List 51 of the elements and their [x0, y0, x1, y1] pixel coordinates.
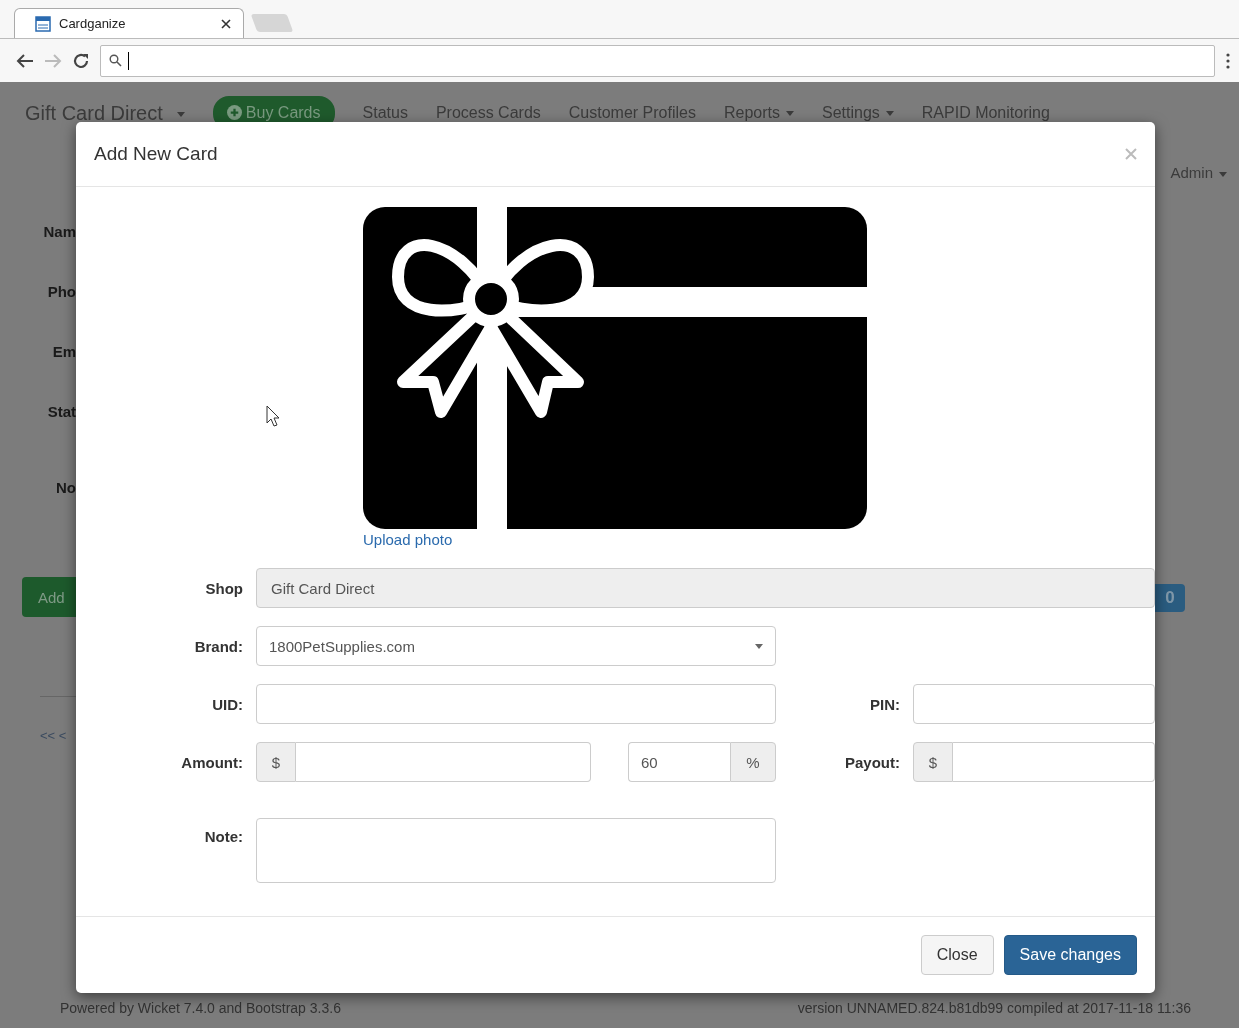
pagination[interactable]: << < — [40, 728, 67, 743]
field-label: Payout: — [844, 753, 900, 771]
close-icon[interactable] — [221, 18, 231, 29]
payout-field[interactable] — [953, 742, 1155, 782]
footer-version: version UNNAMED.824.b81db99 compiled at 2017-11-18 11:36 — [797, 1000, 1191, 1016]
currency-addon: $ — [256, 742, 296, 782]
field-label: Note: — [203, 828, 243, 845]
nav-link[interactable]: Status — [362, 104, 408, 122]
modal-title: Add New Card — [94, 143, 218, 165]
nav-link[interactable]: Customer Profiles — [568, 104, 696, 122]
field-label: Amount: — [180, 753, 243, 771]
add-button[interactable]: Add — [22, 577, 76, 617]
pin-field[interactable] — [913, 684, 1155, 724]
upload-photo-link[interactable]: Upload photo — [363, 531, 453, 548]
back-arrow-icon[interactable] — [16, 52, 34, 69]
field-label: PIN: — [869, 695, 900, 713]
search-icon — [109, 54, 122, 67]
form-label: No — [56, 478, 76, 498]
field-label: UID: — [211, 695, 243, 713]
amount-field[interactable] — [296, 742, 591, 782]
address-bar[interactable] — [100, 44, 1215, 77]
brand-dropdown[interactable]: Gift Card Direct — [25, 101, 185, 125]
plus-circle-icon — [226, 105, 242, 120]
note-textarea[interactable] — [256, 818, 776, 883]
tab-title: Cardganize — [59, 16, 127, 31]
field-label: Shop — [204, 579, 243, 597]
nav-dropdown[interactable]: Reports — [723, 104, 794, 122]
user-dropdown[interactable]: Admin — [1170, 164, 1227, 181]
percent-addon: % — [730, 742, 776, 782]
reload-icon[interactable] — [72, 51, 90, 70]
nav-link[interactable]: RAPID Monitoring — [921, 104, 1050, 122]
form-label: Stat — [47, 402, 76, 422]
currency-addon: $ — [913, 742, 953, 782]
menu-icon[interactable] — [1225, 51, 1231, 70]
page-icon — [35, 15, 51, 32]
footer-credits: Powered by Wicket 7.4.0 and Bootstrap 3.3.6 — [60, 1000, 341, 1016]
new-tab-button[interactable] — [250, 14, 294, 32]
form-label: Pho — [47, 282, 76, 302]
close-button[interactable]: Close — [920, 935, 994, 975]
nav-dropdown[interactable]: Settings — [822, 104, 894, 122]
nav-link[interactable]: Process Cards — [435, 104, 541, 122]
browser-tab[interactable]: Cardganize — [14, 8, 244, 38]
go-button[interactable]: 0 — [1155, 584, 1185, 612]
brand-select[interactable]: 1800PetSupplies.com — [256, 626, 776, 666]
save-button[interactable]: Save changes — [1003, 935, 1137, 975]
forward-arrow-icon[interactable] — [44, 52, 62, 69]
form-label: Em — [52, 342, 76, 362]
mouse-cursor-icon — [266, 405, 280, 427]
form-label: Nam — [43, 222, 76, 242]
uid-field[interactable] — [256, 684, 776, 724]
field-label: Brand: — [193, 637, 243, 655]
